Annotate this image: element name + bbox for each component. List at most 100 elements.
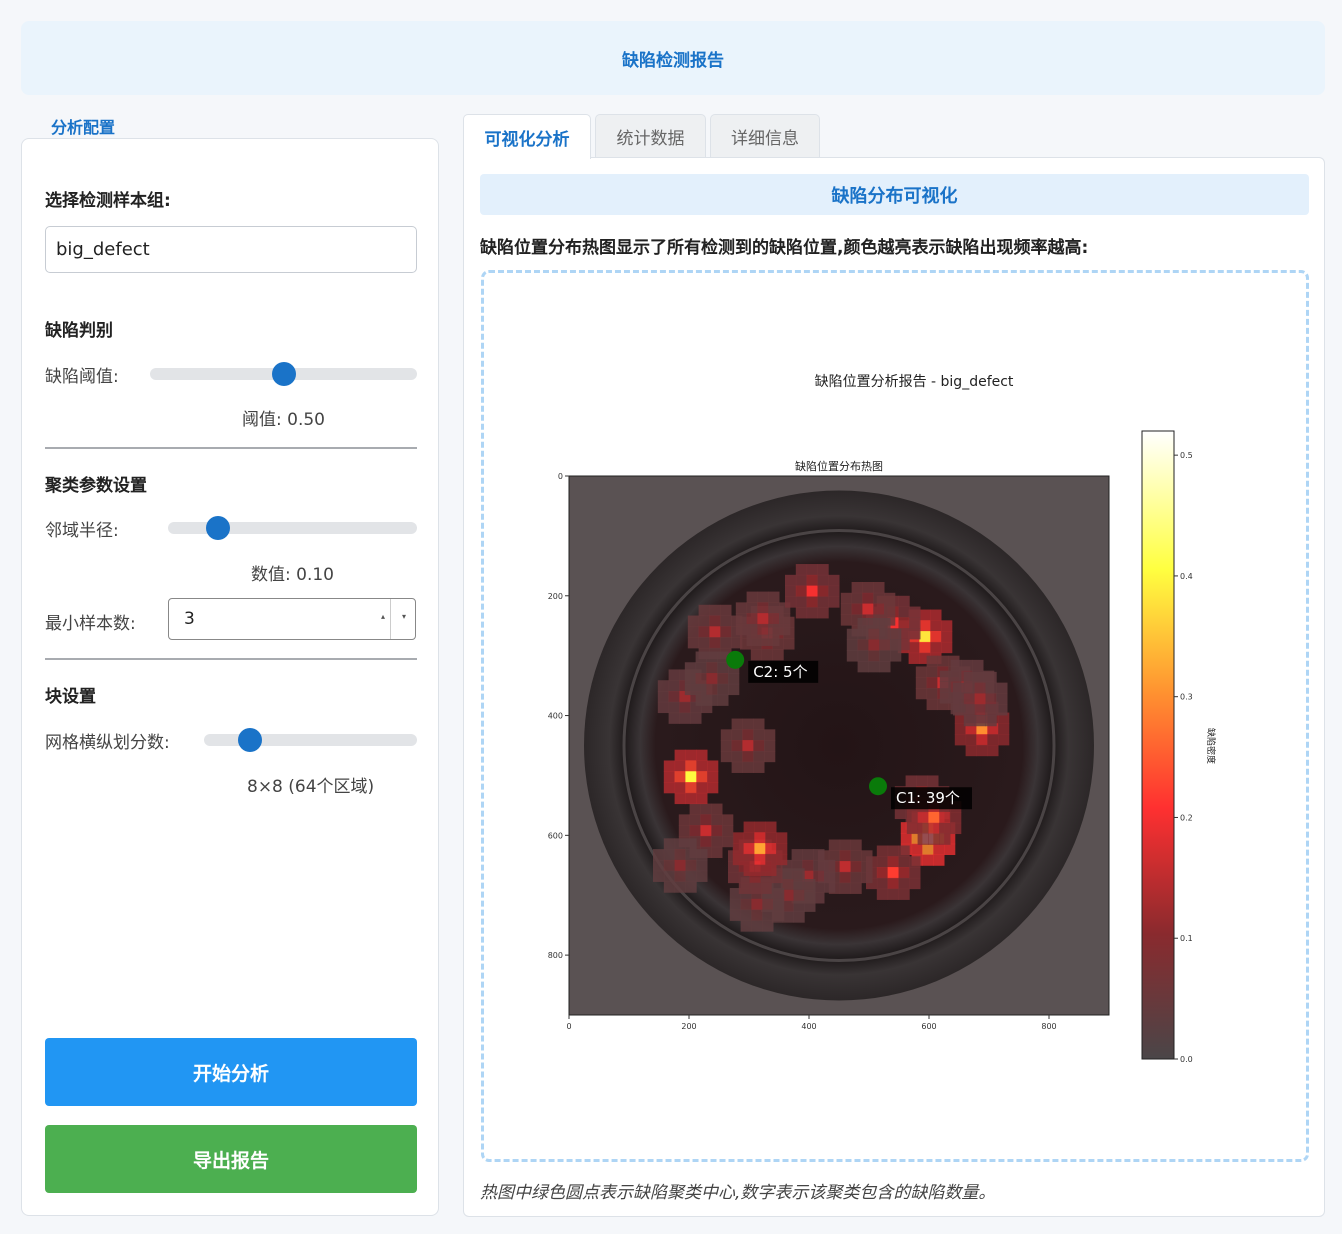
heatmap-cell (868, 639, 880, 651)
heatmap-cell (685, 838, 697, 850)
heatmap-cell (674, 859, 686, 872)
stepper-up-icon[interactable]: ▴ (381, 612, 385, 621)
start-analysis-button[interactable]: 开始分析 (45, 1038, 417, 1106)
heatmap-cell (862, 582, 874, 594)
heatmap-cell (706, 651, 718, 663)
heatmap-cell (941, 641, 953, 654)
heatmap-cell (795, 585, 808, 597)
heatmap-cell (972, 659, 984, 672)
heatmap-cell (974, 704, 986, 716)
radius-value: 数值: 0.10 (251, 565, 334, 585)
heatmap-cell (700, 825, 712, 837)
tab-visual-analysis[interactable]: 可视化分析 (463, 114, 591, 159)
heatmap-cell (732, 843, 745, 855)
heatmap-cell (950, 811, 962, 824)
heatmap-cell (890, 650, 902, 662)
heatmap-cell (857, 639, 869, 651)
heatmap-cell (765, 843, 777, 855)
heatmap-cell (700, 835, 712, 848)
radius-slider-thumb[interactable] (205, 516, 230, 540)
heatmap-cell (776, 832, 788, 844)
heatmap-cell (824, 859, 836, 872)
heatmap-cell (857, 650, 869, 662)
heatmap-cell (806, 596, 818, 608)
colorbar-tick-label: 0.2 (1180, 813, 1193, 822)
heatmap-cell (684, 673, 697, 685)
heatmap-cell (711, 846, 723, 858)
heatmap-cell (696, 792, 708, 805)
heatmap-cell (731, 761, 743, 773)
tab-details[interactable]: 详细信息 (710, 114, 820, 158)
heatmap-cell (926, 688, 938, 700)
heatmap-cell (813, 859, 825, 872)
heatmap-cell (791, 849, 803, 861)
heatmap-cell (922, 843, 934, 855)
grid-slider-thumb[interactable] (237, 728, 262, 752)
heatmap-cell (884, 592, 896, 605)
heatmap-cell (731, 729, 743, 741)
heatmap-cell (926, 677, 938, 689)
heatmap-cell (909, 628, 921, 640)
heatmap-cell (961, 659, 973, 672)
heatmap-cell (663, 838, 676, 850)
heatmap-cell (696, 771, 708, 783)
heatmap-cell (898, 617, 910, 629)
tab-statistics[interactable]: 统计数据 (595, 114, 706, 158)
threshold-slider-thumb[interactable] (271, 362, 296, 386)
heatmap-cell (765, 821, 777, 833)
sample-group-label: 选择检测样本组: (45, 191, 171, 211)
cluster-params-title: 聚类参数设置 (45, 476, 147, 496)
heatmap-cell (742, 740, 754, 752)
heatmap-cell (674, 849, 686, 861)
heatmap-cell (828, 596, 840, 608)
heatmap-cell (905, 775, 917, 787)
heatmap-cell (846, 650, 859, 662)
min-samples-stepper[interactable]: 3 ▴ ▾ (168, 598, 416, 640)
y-tick-label: 200 (548, 592, 563, 601)
heatmap-cell (685, 792, 697, 805)
heatmap-cell (764, 740, 776, 752)
heatmap-cell (668, 691, 680, 703)
heatmap-cell (928, 822, 940, 835)
heatmap-cell (684, 683, 697, 696)
heatmap-cell (802, 849, 814, 861)
colorbar-tick-label: 0.3 (1180, 693, 1193, 702)
heatmap-cell (817, 564, 829, 576)
heatmap-cell (919, 631, 931, 643)
heatmap-cell (687, 615, 700, 627)
stepper-down-icon[interactable]: ▾ (402, 612, 406, 621)
heatmap-cell (861, 861, 873, 873)
grid-slider[interactable] (204, 734, 417, 746)
heatmap-cell (760, 882, 772, 894)
heatmap-cell (976, 734, 988, 746)
report-header: 缺陷检测报告 (21, 21, 1325, 95)
heatmap-cell (909, 617, 921, 629)
heatmap-cell (985, 693, 997, 705)
heatmap-cell (749, 882, 761, 894)
heatmap-cell (768, 591, 780, 603)
heatmap-cell (824, 881, 836, 893)
heatmap-cell (720, 615, 732, 627)
heatmap-cell (740, 898, 752, 911)
heatmap-cell (772, 649, 784, 661)
heatmap-cell (928, 811, 940, 824)
heatmap-cell (685, 849, 697, 861)
heatmap-cell (909, 606, 921, 618)
heatmap-cell (773, 898, 785, 911)
sample-group-input[interactable]: big_defect (45, 226, 417, 273)
heatmap-cell (754, 832, 766, 844)
heatmap-cell (965, 744, 977, 757)
heatmap-cell (953, 682, 965, 694)
heatmap-cell (898, 845, 910, 857)
heatmap-cell (953, 693, 965, 705)
heatmap-cell (828, 574, 840, 587)
export-report-button[interactable]: 导出报告 (45, 1125, 417, 1193)
heatmap-cell (743, 843, 755, 855)
heatmap-cell (695, 673, 707, 685)
x-tick-label: 400 (801, 1022, 816, 1031)
heatmap-cell (753, 729, 765, 741)
heatmap-cell (915, 666, 928, 678)
heatmap-cell (753, 740, 765, 752)
heatmap-cell (757, 623, 769, 636)
heatmap-cell (754, 843, 766, 855)
